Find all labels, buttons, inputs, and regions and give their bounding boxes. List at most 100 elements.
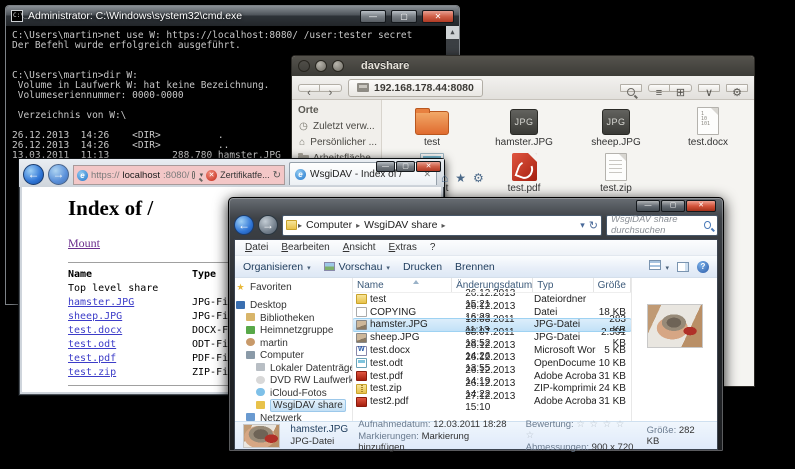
file-link[interactable]: test.docx <box>68 325 122 336</box>
favorites-star-icon[interactable]: ★ <box>455 171 466 185</box>
preview-pane-toggle-icon[interactable] <box>677 262 689 272</box>
column-header-size[interactable]: Größe <box>594 278 631 292</box>
column-headers: Name Änderungsdatum Typ Größe <box>353 278 631 293</box>
sidebar-item-icloud[interactable]: iCloud-Fotos <box>235 387 352 400</box>
file-link[interactable]: test.zip <box>68 367 116 378</box>
change-view-button[interactable] <box>649 260 669 273</box>
file-item-zip[interactable]: test.zip <box>570 148 662 194</box>
file-item-docx[interactable]: 110101 test.docx <box>662 102 754 148</box>
address-dropdown-icon[interactable]: ▾ <box>580 220 585 231</box>
sidebar-item-home[interactable]: ⌂ Persönlicher ... <box>298 137 377 148</box>
sidebar-item-bibliotheken[interactable]: Bibliotheken <box>235 312 352 325</box>
address-bar[interactable]: e https://localhost:8080/ ▾ ✕ Zertifikat… <box>73 165 285 185</box>
breadcrumb-share[interactable]: WsgiDAV share <box>361 219 440 231</box>
zip-file-icon <box>605 153 627 181</box>
sidebar-item-drive-c[interactable]: Lokaler Datenträger (C:) <box>235 362 352 375</box>
list-view-button[interactable]: ≡ <box>648 84 670 92</box>
libraries-icon <box>245 313 256 323</box>
search-placeholder: WsgiDAV share durchsuchen <box>611 214 704 236</box>
menu-ansicht[interactable]: Ansicht <box>337 242 382 253</box>
maximize-button[interactable]: ▢ <box>661 200 685 212</box>
hamster-thumbnail <box>243 424 280 448</box>
forward-button[interactable]: → <box>258 215 278 235</box>
minimize-icon[interactable] <box>315 60 327 72</box>
certificate-error-icon[interactable]: ✕ <box>206 170 217 181</box>
mount-link[interactable]: Mount <box>68 236 100 251</box>
clock-icon: ◷ <box>298 121 309 132</box>
console-line: Der Befehl wurde erfolgreich ausgeführt. <box>12 40 443 50</box>
sidebar-item-martin[interactable]: martin <box>235 337 352 350</box>
grid-view-button[interactable]: ⊞ <box>670 84 692 92</box>
column-header-date[interactable]: Änderungsdatum <box>452 278 533 292</box>
cmd-title-bar[interactable]: C:\_ Administrator: C:\Windows\system32\… <box>6 6 459 26</box>
menu-datei[interactable]: Datei <box>239 242 274 253</box>
breadcrumb-computer[interactable]: Computer <box>303 219 355 231</box>
file-item-test[interactable]: test <box>386 102 478 148</box>
home-icon[interactable]: ⌂ <box>441 171 448 185</box>
menu-help[interactable]: ? <box>424 242 442 253</box>
file-link[interactable]: test.odt <box>68 339 116 350</box>
file-item-pdf[interactable]: test.pdf <box>478 148 570 194</box>
minimize-button[interactable]: — <box>636 200 660 212</box>
homegroup-icon <box>245 326 256 336</box>
close-button[interactable]: ✕ <box>686 200 716 212</box>
close-button[interactable]: ✕ <box>416 161 441 172</box>
back-button[interactable]: ‹ <box>298 84 320 92</box>
menu-extras[interactable]: Extras <box>383 242 423 253</box>
scroll-up-icon[interactable]: ▲ <box>446 26 459 39</box>
refresh-icon[interactable]: ↻ <box>589 219 598 232</box>
breadcrumb-arrow-icon: ▸ <box>441 221 445 230</box>
refresh-icon[interactable]: ↻ <box>273 170 281 181</box>
search-icon[interactable] <box>192 171 194 179</box>
cmd-icon: C:\_ <box>11 10 23 22</box>
column-header-type[interactable]: Typ <box>533 278 593 292</box>
file-label: test.pdf <box>508 183 541 194</box>
sidebar-item-favoriten[interactable]: ★Favoriten <box>235 281 352 294</box>
file-row[interactable]: test2.pdf27.12.2013 15:10Adobe Acrobat D… <box>353 395 631 408</box>
close-button[interactable]: ✕ <box>422 10 454 23</box>
search-button[interactable] <box>620 84 642 92</box>
minimize-button[interactable]: — <box>360 10 386 23</box>
sidebar-item-dvd-d[interactable]: DVD RW Laufwerk (D:) <box>235 375 352 388</box>
file-item-hamster[interactable]: JPG hamster.JPG <box>478 102 570 148</box>
minimize-button[interactable]: — <box>376 161 395 172</box>
sidebar-item-computer[interactable]: Computer <box>235 350 352 363</box>
user-icon <box>245 338 256 348</box>
nautilus-title-bar[interactable]: davshare <box>292 56 754 76</box>
tab-favicon: e <box>295 169 306 180</box>
breadcrumb[interactable]: ▸ Computer ▸ WsgiDAV share ▸ ▾ ↻ <box>282 215 602 236</box>
close-icon[interactable] <box>298 60 310 72</box>
sidebar-item-heimnetzgruppe[interactable]: Heimnetzgruppe <box>235 325 352 338</box>
search-input[interactable]: WsgiDAV share durchsuchen <box>606 215 718 236</box>
forward-button[interactable]: → <box>48 164 69 185</box>
file-link[interactable]: hamster.JPG <box>68 297 134 308</box>
sidebar-item-wsgidav-share[interactable]: WsgiDAV share <box>235 400 352 413</box>
burn-button[interactable]: Brennen <box>455 261 495 273</box>
location-button[interactable]: 192.168.178.44:8080 <box>348 79 483 97</box>
file-link[interactable]: sheep.JPG <box>68 311 122 322</box>
sidebar-item-netzwerk[interactable]: Netzwerk <box>235 412 352 421</box>
selected-file-name: hamster.JPG <box>290 424 348 435</box>
back-button[interactable]: ← <box>23 164 44 185</box>
back-button[interactable]: ← <box>234 215 254 235</box>
column-header-name[interactable]: Name <box>353 278 452 292</box>
file-item-sheep[interactable]: JPG sheep.JPG <box>570 102 662 148</box>
organize-button[interactable]: Organisieren <box>243 261 311 273</box>
maximize-icon[interactable] <box>332 60 344 72</box>
command-bar: Organisieren Vorschau Drucken Brennen ? <box>235 256 717 278</box>
print-button[interactable]: Drucken <box>403 261 442 273</box>
menu-bearbeiten[interactable]: Bearbeiten <box>275 242 335 253</box>
odt-file-icon <box>356 358 367 368</box>
settings-gear-icon[interactable]: ⚙ <box>473 171 484 185</box>
view-options-button[interactable]: ∨ <box>698 84 720 92</box>
file-link[interactable]: test.pdf <box>68 353 116 364</box>
preview-button[interactable]: Vorschau <box>324 261 390 273</box>
maximize-button[interactable]: ▢ <box>391 10 417 23</box>
sidebar-item-desktop[interactable]: Desktop <box>235 300 352 313</box>
gear-icon[interactable]: ⚙ <box>726 84 748 92</box>
certificate-error-label[interactable]: Zertifikatfe... <box>220 170 270 180</box>
maximize-button[interactable]: ▢ <box>396 161 415 172</box>
forward-button[interactable]: › <box>320 84 342 92</box>
help-icon[interactable]: ? <box>697 261 709 273</box>
sidebar-item-recent[interactable]: ◷ Zuletzt verw... <box>298 121 377 132</box>
